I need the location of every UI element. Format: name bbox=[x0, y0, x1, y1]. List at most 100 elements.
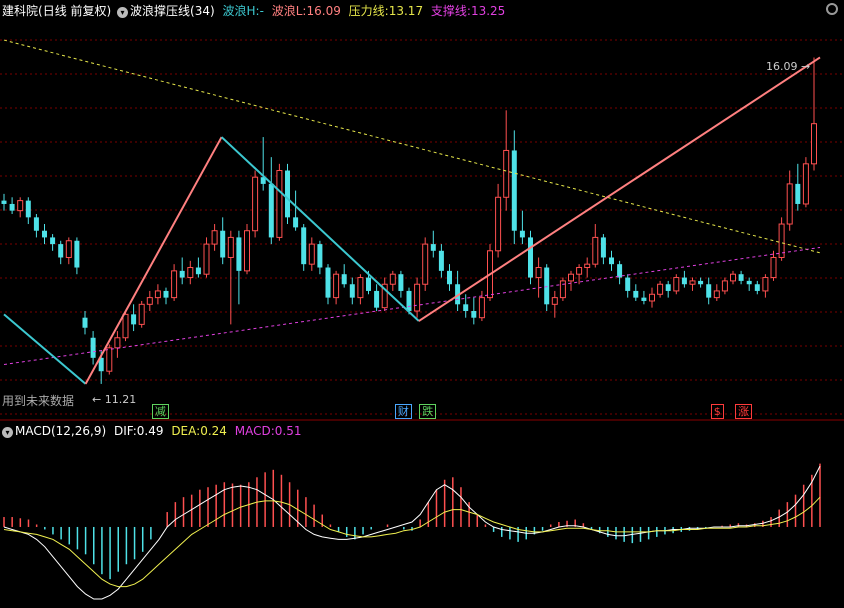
event-tag[interactable]: 减 bbox=[151, 404, 169, 419]
candle-body-up bbox=[171, 270, 178, 299]
support-value: 13.25 bbox=[470, 4, 506, 18]
candle-body-up bbox=[17, 200, 24, 212]
candle-body-down bbox=[82, 317, 88, 328]
candle-body-up bbox=[308, 243, 315, 265]
candle-body-up bbox=[770, 256, 777, 279]
candle-body-down bbox=[738, 274, 744, 281]
candle-body-down bbox=[293, 217, 299, 228]
candle-body-down bbox=[398, 274, 404, 291]
candle-body-up bbox=[568, 273, 574, 282]
candle-body-down bbox=[285, 170, 290, 218]
candle-body-down bbox=[406, 290, 412, 311]
candle-body-down bbox=[9, 203, 15, 211]
candle-body-down bbox=[58, 244, 64, 258]
candle-body-up bbox=[649, 293, 655, 302]
candle-body-down bbox=[366, 277, 371, 291]
candle-body-up bbox=[495, 196, 502, 252]
candle-body-up bbox=[244, 230, 250, 272]
candle-body-up bbox=[122, 313, 129, 339]
candle-body-up bbox=[252, 176, 259, 232]
event-tag[interactable]: 财 bbox=[394, 404, 412, 419]
candle-body-up bbox=[802, 163, 809, 205]
candle-body-down bbox=[42, 230, 47, 238]
candle-body-down bbox=[90, 337, 96, 358]
macd-chevron-icon[interactable]: ▾ bbox=[2, 427, 13, 438]
stock-title: 建科院 bbox=[2, 4, 39, 18]
event-tag[interactable]: 跌 bbox=[419, 404, 437, 419]
candle-body-up bbox=[203, 243, 210, 275]
high-price-label: 16.09 → bbox=[766, 60, 811, 73]
candle-body-down bbox=[195, 267, 201, 275]
candle-body-down bbox=[179, 270, 185, 278]
macd-header: ▾ MACD(12,26,9) DIF:0.49 DEA:0.24 MACD:0.… bbox=[2, 424, 301, 438]
candle-body-down bbox=[698, 280, 704, 285]
dea-label: DEA: bbox=[171, 424, 201, 438]
candle-body-up bbox=[713, 290, 720, 299]
candle-body-up bbox=[730, 273, 736, 282]
candle-body-down bbox=[74, 240, 80, 268]
candle-body-up bbox=[138, 303, 145, 325]
candle-body-down bbox=[633, 290, 639, 298]
pressure-value: 13.17 bbox=[388, 4, 424, 18]
candle-body-up bbox=[657, 283, 664, 295]
wave-h-label: 波浪H: bbox=[222, 4, 260, 18]
candle-body-up bbox=[414, 283, 421, 312]
candle-body-down bbox=[511, 150, 517, 231]
macd-value: 0.51 bbox=[274, 424, 302, 438]
event-tag[interactable]: 涨 bbox=[735, 404, 753, 419]
macd-name: MACD(12,26,9) bbox=[15, 424, 107, 438]
low-price-value: 11.21 bbox=[104, 393, 137, 406]
candle-body-down bbox=[1, 200, 7, 204]
candle-body-up bbox=[721, 280, 728, 292]
candle-body-down bbox=[625, 277, 631, 291]
event-tag[interactable]: $ bbox=[710, 404, 724, 419]
candle-body-down bbox=[438, 250, 444, 271]
wave-up-segment bbox=[84, 136, 223, 385]
candle-body-up bbox=[389, 273, 396, 285]
candle-body-down bbox=[609, 257, 614, 265]
candle-body-down bbox=[641, 297, 647, 301]
candle-body-down bbox=[301, 227, 307, 265]
candle-body-up bbox=[811, 123, 817, 165]
candle-body-down bbox=[33, 217, 39, 231]
candle-body-up bbox=[114, 337, 121, 349]
candle-body-up bbox=[357, 277, 364, 299]
candle-body-down bbox=[50, 237, 56, 245]
candle-body-up bbox=[333, 273, 340, 299]
wave-l-value: 16.09 bbox=[306, 4, 341, 18]
candle-body-up bbox=[584, 263, 591, 269]
candle-body-up bbox=[559, 280, 566, 299]
stock-chart[interactable] bbox=[0, 0, 844, 608]
wave-l-label: 波浪L: bbox=[271, 4, 307, 18]
candle-body-up bbox=[551, 297, 558, 305]
candle-body-up bbox=[786, 183, 793, 225]
grid-lines bbox=[0, 39, 844, 415]
candle-body-up bbox=[227, 236, 234, 258]
candle-body-down bbox=[795, 183, 801, 204]
dea-value: 0.24 bbox=[200, 424, 227, 438]
candle-body-down bbox=[681, 277, 687, 285]
candle-body-up bbox=[503, 149, 510, 198]
candle-body-up bbox=[592, 236, 599, 265]
support-label: 支撑线: bbox=[430, 4, 471, 18]
dropdown-chevron-icon[interactable]: ▾ bbox=[117, 7, 129, 18]
pressure-line bbox=[3, 39, 821, 254]
macd-label: MACD: bbox=[234, 424, 275, 438]
candle-body-up bbox=[478, 297, 485, 319]
candle-body-down bbox=[600, 237, 606, 258]
candle-body-up bbox=[154, 290, 161, 299]
high-price-value: 16.09 bbox=[766, 60, 798, 73]
candle-body-down bbox=[706, 284, 712, 298]
candle-body-down bbox=[430, 244, 436, 251]
candle-body-down bbox=[131, 314, 137, 325]
candle-body-down bbox=[236, 237, 242, 271]
candle-body-up bbox=[211, 230, 218, 245]
candle-body-down bbox=[341, 274, 347, 285]
candle-body-up bbox=[535, 267, 542, 279]
settings-gear-icon[interactable] bbox=[826, 3, 838, 15]
candle-body-down bbox=[163, 290, 169, 298]
candle-body-up bbox=[65, 240, 72, 258]
candle-body-down bbox=[325, 267, 331, 298]
candle-body-down bbox=[519, 230, 525, 238]
indicator-name: 波浪撑压线(34) bbox=[130, 4, 215, 18]
